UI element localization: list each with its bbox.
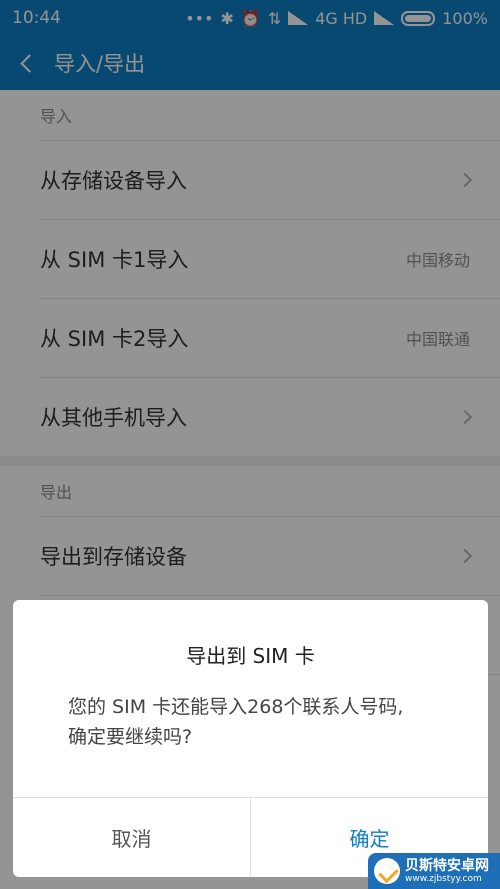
watermark-name: 贝斯特安卓网	[405, 857, 489, 874]
dialog-title: 导出到 SIM 卡	[186, 644, 315, 668]
dialog-message-line: 确定要继续吗?	[68, 726, 193, 748]
dialog-message: 您的 SIM 卡还能导入268个联系人号码, 确定要继续吗?	[68, 692, 458, 752]
export-sim-dialog: 导出到 SIM 卡 您的 SIM 卡还能导入268个联系人号码, 确定要继续吗?…	[13, 600, 488, 877]
watermark-url: www.zjbstyy.com	[405, 873, 482, 884]
watermark-text: 贝斯特安卓网 www.zjbstyy.com	[405, 858, 489, 885]
dialog-message-line: 您的 SIM 卡还能导入268个联系人号码,	[68, 696, 404, 718]
watermark-logo-icon	[374, 858, 400, 884]
cancel-button[interactable]: 取消	[13, 798, 251, 877]
watermark: 贝斯特安卓网 www.zjbstyy.com	[368, 853, 500, 889]
